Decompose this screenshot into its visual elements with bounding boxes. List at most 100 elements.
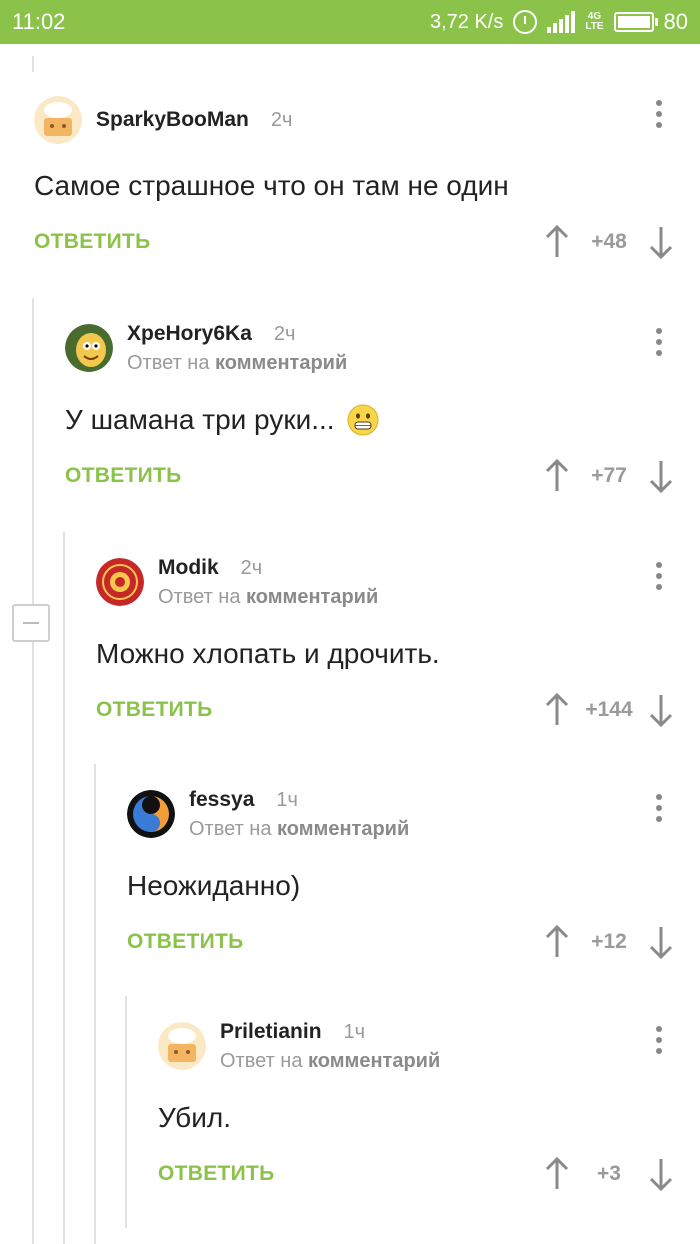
alarm-icon	[513, 10, 538, 34]
username[interactable]: SparkyBooMan	[96, 108, 249, 132]
comment-header: Priletianin 1ч Ответ на комментарий	[158, 1016, 700, 1076]
thread-line	[32, 298, 34, 1244]
rating: +12	[542, 924, 676, 960]
comment-header: fessya 1ч Ответ на комментарий	[127, 784, 700, 844]
rating: +48	[542, 224, 676, 260]
downvote-icon[interactable]	[646, 1156, 676, 1192]
avatar[interactable]	[158, 1022, 206, 1070]
comment-actions: ОТВЕТИТЬ +77	[65, 458, 700, 498]
status-icons: 3,72 K/s 4G LTE 80	[430, 9, 688, 35]
red-emblem-avatar-icon	[96, 558, 144, 606]
reply-button[interactable]: ОТВЕТИТЬ	[158, 1162, 275, 1186]
comment-header: XpeHory6Ka 2ч Ответ на комментарий	[65, 318, 700, 378]
more-options-icon[interactable]	[654, 100, 664, 128]
rating: +3	[542, 1156, 676, 1192]
network-subtype: LTE	[585, 21, 604, 32]
reply-prefix: Ответ на	[220, 1049, 303, 1072]
status-time: 11:02	[12, 9, 66, 34]
battery-icon	[613, 12, 658, 32]
thread-line	[63, 532, 65, 1244]
comment-actions: ОТВЕТИТЬ +3	[158, 1156, 700, 1196]
avatar[interactable]	[65, 324, 113, 372]
reply-to: Ответ на комментарий	[127, 352, 347, 375]
chef-hat-avatar-icon	[158, 1022, 206, 1070]
reply-button[interactable]: ОТВЕТИТЬ	[96, 698, 213, 722]
grinning-face-icon	[347, 404, 379, 436]
upvote-icon[interactable]	[542, 924, 572, 960]
comment-meta: XpeHory6Ka 2ч Ответ на комментарий	[127, 322, 347, 375]
username[interactable]: XpeHory6Ka	[127, 322, 252, 346]
status-bar: 11:02 3,72 K/s 4G LTE 80	[0, 0, 700, 44]
comment-time: 2ч	[240, 556, 263, 579]
comment-time: 1ч	[343, 1020, 366, 1043]
upvote-icon[interactable]	[542, 692, 572, 728]
thread-line	[32, 56, 34, 72]
rating: +77	[542, 458, 676, 494]
score: +48	[591, 230, 627, 253]
comment-time: 2ч	[273, 322, 296, 345]
downvote-icon[interactable]	[646, 224, 676, 260]
reply-to: Ответ на комментарий	[158, 586, 378, 609]
reply-button[interactable]: ОТВЕТИТЬ	[34, 230, 151, 254]
username[interactable]: Modik	[158, 556, 219, 580]
comment-meta: Modik 2ч Ответ на комментарий	[158, 556, 378, 609]
reply-target-link[interactable]: комментарий	[246, 586, 378, 608]
downvote-icon[interactable]	[646, 692, 676, 728]
reply-button[interactable]: ОТВЕТИТЬ	[127, 930, 244, 954]
score: +77	[591, 464, 627, 487]
upvote-icon[interactable]	[542, 458, 572, 494]
more-options-icon[interactable]	[654, 328, 664, 356]
reply-to: Ответ на комментарий	[220, 1050, 440, 1073]
reply-button[interactable]: ОТВЕТИТЬ	[65, 464, 182, 488]
thread-line	[94, 764, 96, 1244]
network-speed: 3,72 K/s	[429, 10, 504, 33]
comment-text: Можно хлопать и дрочить.	[96, 638, 440, 669]
fire-ice-avatar-icon	[127, 790, 175, 838]
battery-level: 80	[663, 9, 688, 34]
more-options-icon[interactable]	[654, 562, 664, 590]
comment-header: SparkyBooMan 2ч	[34, 90, 700, 150]
downvote-icon[interactable]	[646, 458, 676, 494]
comment-text: Неожиданно)	[127, 870, 301, 901]
comment: Priletianin 1ч Ответ на комментарий Убил…	[158, 1016, 700, 1196]
reply-target-link[interactable]: комментарий	[215, 352, 347, 374]
reply-to: Ответ на комментарий	[189, 818, 409, 841]
comment: Modik 2ч Ответ на комментарий Можно хлоп…	[96, 552, 700, 732]
reply-prefix: Ответ на	[189, 817, 272, 840]
score: +144	[585, 698, 633, 721]
more-options-icon[interactable]	[654, 794, 664, 822]
signal-icon	[547, 11, 576, 33]
chef-hat-avatar-icon	[34, 96, 82, 144]
username[interactable]: fessya	[189, 788, 254, 812]
comment-header: Modik 2ч Ответ на комментарий	[96, 552, 700, 612]
username[interactable]: Priletianin	[220, 1020, 322, 1044]
reply-target-link[interactable]: комментарий	[308, 1050, 440, 1072]
comment: fessya 1ч Ответ на комментарий Неожиданн…	[127, 784, 700, 964]
comment: XpeHory6Ka 2ч Ответ на комментарий У шам…	[65, 318, 700, 498]
comment-text: У шамана три руки...	[65, 404, 335, 435]
comment-text: Убил.	[158, 1102, 231, 1133]
downvote-icon[interactable]	[646, 924, 676, 960]
score: +12	[591, 930, 627, 953]
upvote-icon[interactable]	[542, 224, 572, 260]
avatar[interactable]	[96, 558, 144, 606]
comment-meta: SparkyBooMan 2ч	[96, 108, 292, 132]
comment-actions: ОТВЕТИТЬ +144	[96, 692, 700, 732]
comment-actions: ОТВЕТИТЬ +12	[127, 924, 700, 964]
cartoon-character-avatar-icon	[65, 324, 113, 372]
rating: +144	[542, 692, 676, 728]
comment-time: 2ч	[270, 109, 293, 131]
more-options-icon[interactable]	[654, 1026, 664, 1054]
comment-meta: Priletianin 1ч Ответ на комментарий	[220, 1020, 440, 1073]
reply-target-link[interactable]: комментарий	[277, 818, 409, 840]
collapse-thread-button[interactable]	[12, 604, 50, 642]
reply-prefix: Ответ на	[158, 585, 241, 608]
upvote-icon[interactable]	[542, 1156, 572, 1192]
avatar[interactable]	[127, 790, 175, 838]
comment-time: 1ч	[276, 788, 298, 811]
comment: SparkyBooMan 2ч Самое страшное что он та…	[34, 90, 700, 264]
score: +3	[597, 1162, 621, 1185]
thread-line	[125, 996, 127, 1228]
avatar[interactable]	[34, 96, 82, 144]
comment-text-row: У шамана три руки...	[65, 404, 700, 436]
